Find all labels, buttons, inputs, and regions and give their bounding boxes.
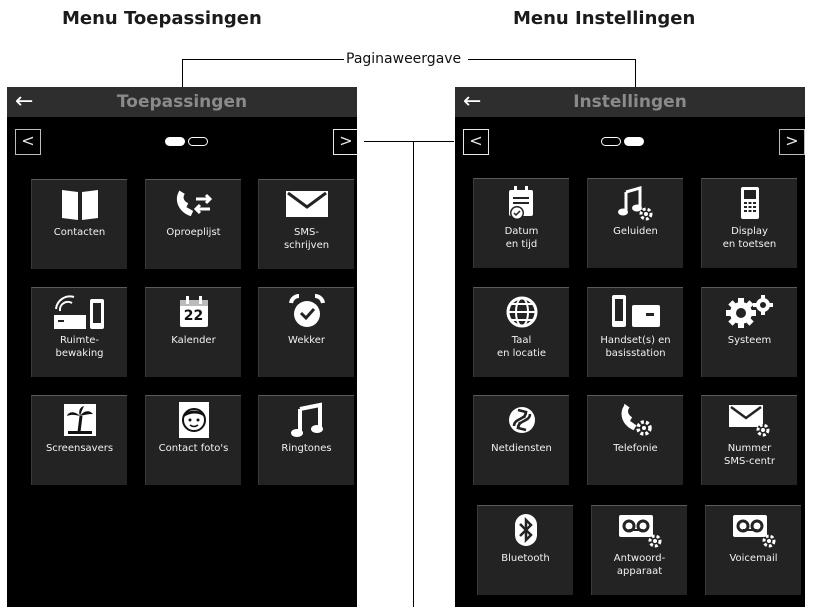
handset-base-icon xyxy=(588,292,683,332)
tile-label: Wekker xyxy=(288,335,325,346)
annotation-line xyxy=(364,141,454,142)
annotation-line xyxy=(413,141,414,607)
tile-ringtones[interactable]: Ringtones xyxy=(258,395,354,485)
tile-handsets-en-basisstation[interactable]: Handset(s) en basisstation xyxy=(587,287,683,377)
page-indicator-inactive xyxy=(188,137,208,146)
tile-label: Bluetooth xyxy=(501,553,550,564)
prev-page-button[interactable]: < xyxy=(463,129,489,155)
tile-label: Contacten xyxy=(53,227,106,238)
book-icon xyxy=(32,184,127,224)
annotation-line xyxy=(468,59,636,60)
network-services-icon xyxy=(474,400,569,440)
tile-taal-en-locatie[interactable]: Taal en locatie xyxy=(473,287,569,377)
tile-ruimte-bewaking[interactable]: Ruimte- bewaking xyxy=(31,287,127,377)
room-monitor-icon xyxy=(32,292,127,332)
tile-label: Telefonie xyxy=(613,443,658,454)
tile-label: Nummer SMS-centr xyxy=(724,443,775,467)
calendar-icon: 22 xyxy=(146,292,241,332)
sound-settings-icon xyxy=(588,183,683,223)
answering-machine-icon xyxy=(592,510,687,550)
tile-label: Systeem xyxy=(727,335,772,346)
title-bar: ← Instellingen xyxy=(455,87,805,117)
tile-label: Display en toetsen xyxy=(722,226,777,250)
annotation-line xyxy=(182,59,344,60)
tile-label: Kalender xyxy=(171,335,216,346)
annotation-paginaweergave: Paginaweergave xyxy=(344,51,464,67)
tile-voicemail[interactable]: Voicemail xyxy=(705,505,801,595)
tile-sms-schrijven[interactable]: SMS- schrijven xyxy=(258,179,354,269)
date-time-icon xyxy=(474,183,569,223)
tile-systeem[interactable]: Systeem xyxy=(701,287,797,377)
calendar-day: 22 xyxy=(183,308,204,324)
display-keys-icon xyxy=(702,183,797,223)
tile-bluetooth[interactable]: Bluetooth xyxy=(477,505,573,595)
screen-title: Toepassingen xyxy=(116,92,248,112)
page-indicator-active xyxy=(624,137,644,146)
tile-antwoordapparaat[interactable]: Antwoord- apparaat xyxy=(591,505,687,595)
palm-tree-icon xyxy=(32,400,127,440)
tile-label: Netdiensten xyxy=(491,443,552,454)
tile-kalender[interactable]: 22 Kalender xyxy=(145,287,241,377)
tile-label: Oproeplijst xyxy=(166,227,221,238)
left-phone-screen: ← Toepassingen < > Contacten Oproeplijst… xyxy=(7,87,357,607)
tile-label: Ruimte- bewaking xyxy=(55,335,104,359)
tile-telefonie[interactable]: Telefonie xyxy=(587,395,683,485)
heading-menu-toepassingen: Menu Toepassingen xyxy=(62,8,262,29)
voicemail-icon xyxy=(706,510,801,550)
heading-menu-instellingen: Menu Instellingen xyxy=(513,8,696,29)
tile-label: Voicemail xyxy=(729,553,778,564)
tile-label: Datum en tijd xyxy=(504,226,539,250)
tile-contact-fotos[interactable]: Contact foto's xyxy=(145,395,241,485)
tile-netdiensten[interactable]: Netdiensten xyxy=(473,395,569,485)
tile-display-en-toetsen[interactable]: Display en toetsen xyxy=(701,178,797,268)
gears-icon xyxy=(702,292,797,332)
call-list-icon xyxy=(146,184,241,224)
tile-nummer-sms-centr[interactable]: Nummer SMS-centr xyxy=(701,395,797,485)
page-indicator-inactive xyxy=(601,137,621,146)
screen-title: Instellingen xyxy=(573,92,687,112)
face-portrait-icon xyxy=(146,400,241,440)
title-bar: ← Toepassingen xyxy=(7,87,357,117)
telephony-icon xyxy=(588,400,683,440)
tile-contacten[interactable]: Contacten xyxy=(31,179,127,269)
music-note-icon xyxy=(259,400,354,440)
tile-label: Ringtones xyxy=(281,443,332,454)
bluetooth-icon xyxy=(478,510,573,550)
tile-label: SMS- schrijven xyxy=(283,227,330,251)
next-page-button[interactable]: > xyxy=(333,129,357,155)
envelope-icon xyxy=(259,184,354,224)
tile-wekker[interactable]: Wekker xyxy=(258,287,354,377)
alarm-clock-icon xyxy=(259,292,354,332)
tile-label: Taal en locatie xyxy=(496,335,547,359)
globe-icon xyxy=(474,292,569,332)
tile-label: Contact foto's xyxy=(158,443,229,454)
page-indicator-active xyxy=(165,137,185,146)
tile-geluiden[interactable]: Geluiden xyxy=(587,178,683,268)
tile-oproeplijst[interactable]: Oproeplijst xyxy=(145,179,241,269)
tile-datum-en-tijd[interactable]: Datum en tijd xyxy=(473,178,569,268)
tile-label: Antwoord- apparaat xyxy=(613,553,666,577)
prev-page-button[interactable]: < xyxy=(15,129,41,155)
sms-center-icon xyxy=(702,400,797,440)
tile-label: Geluiden xyxy=(613,226,658,237)
tile-screensavers[interactable]: Screensavers xyxy=(31,395,127,485)
tile-label: Handset(s) en basisstation xyxy=(600,335,671,359)
right-phone-screen: ← Instellingen < > Datum en tijd Geluide… xyxy=(455,87,805,607)
next-page-button[interactable]: > xyxy=(779,129,805,155)
tile-label: Screensavers xyxy=(45,443,114,454)
